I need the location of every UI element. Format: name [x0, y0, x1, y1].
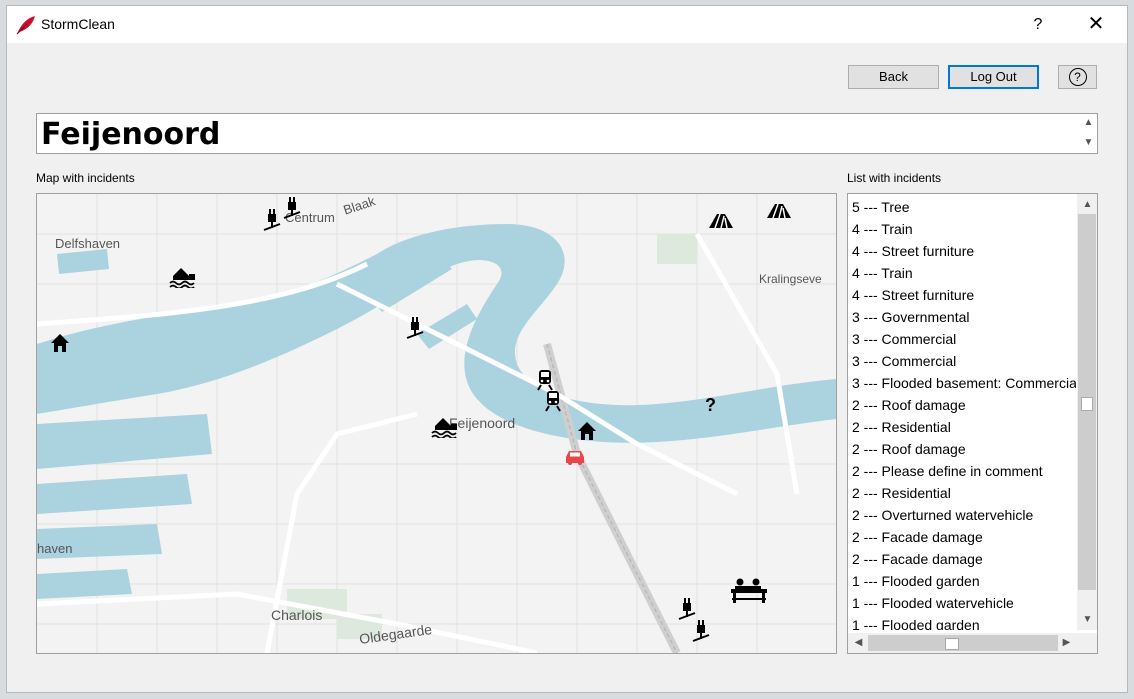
scroll-corner	[1077, 633, 1097, 653]
list-item[interactable]: 2 --- Roof damage	[848, 394, 1076, 416]
list-item[interactable]: 4 --- Train	[848, 218, 1076, 240]
list-item[interactable]: 2 --- Overturned watervehicle	[848, 504, 1076, 526]
map-label-delfshaven: Delfshaven	[55, 236, 121, 251]
list-item[interactable]: 2 --- Residential	[848, 482, 1076, 504]
logout-button[interactable]: Log Out	[948, 65, 1039, 89]
title-scrollbar[interactable]: ▲ ▼	[1080, 114, 1097, 153]
list-item[interactable]: 1 --- Flooded garden	[848, 570, 1076, 592]
list-item[interactable]: 2 --- Facade damage	[848, 526, 1076, 548]
help-circle-icon: ?	[1068, 68, 1087, 86]
scroll-left-icon[interactable]: ◀	[850, 637, 867, 648]
district-title-field[interactable]: Feijenoord ▲ ▼	[36, 113, 1098, 154]
list-item[interactable]: 4 --- Street furniture	[848, 240, 1076, 262]
house-icon[interactable]	[49, 332, 71, 354]
question-icon[interactable]: ?	[705, 395, 716, 416]
map-heading: Map with incidents	[36, 171, 135, 185]
list-item[interactable]: 1 --- Flooded watervehicle	[848, 592, 1076, 614]
power-plug-icon[interactable]	[678, 597, 696, 621]
hscroll-track[interactable]	[868, 635, 1058, 651]
list-item[interactable]: 3 --- Commercial	[848, 328, 1076, 350]
incident-list-items: 5 --- Tree 4 --- Train 4 --- Street furnit…	[848, 196, 1076, 630]
help-button[interactable]: ?	[1058, 65, 1097, 89]
train-icon[interactable]	[545, 390, 561, 412]
list-item[interactable]: 4 --- Train	[848, 262, 1076, 284]
train-icon[interactable]	[537, 369, 553, 391]
scroll-up-icon[interactable]: ▲	[1079, 199, 1096, 210]
incident-list-heading: List with incidents	[847, 171, 942, 185]
map-label-haven: haven	[37, 541, 73, 556]
list-item[interactable]: 3 --- Governmental	[848, 306, 1076, 328]
street-furniture-icon[interactable]	[729, 577, 769, 605]
window-title: StormClean	[41, 16, 115, 32]
leaf-logo-icon	[16, 16, 35, 35]
car-icon[interactable]	[564, 448, 586, 466]
list-item[interactable]: 2 --- Facade damage	[848, 548, 1076, 570]
list-item[interactable]: 3 --- Commercial	[848, 350, 1076, 372]
incident-map[interactable]: Delfshaven Centrum Blaak Kralingseve Fei…	[36, 193, 837, 654]
power-plug-icon[interactable]	[263, 208, 281, 232]
flooded-house-icon[interactable]	[169, 264, 199, 288]
list-item[interactable]: 3 --- Flooded basement: Commercial	[848, 372, 1076, 394]
list-item[interactable]: 4 --- Street furniture	[848, 284, 1076, 306]
list-item[interactable]: 5 --- Tree	[848, 196, 1076, 218]
district-name: Feijenoord	[41, 117, 221, 152]
flooded-house-icon[interactable]	[431, 414, 461, 438]
app-window: StormClean ? ✕ Back Log Out ? Feijenoord…	[6, 5, 1128, 693]
list-item[interactable]: 2 --- Residential	[848, 416, 1076, 438]
power-plug-icon[interactable]	[406, 316, 424, 340]
list-item[interactable]: 1 --- Flooded garden	[848, 614, 1076, 630]
scroll-up-icon[interactable]: ▲	[1080, 117, 1097, 128]
vscroll-thumb[interactable]	[1081, 397, 1093, 411]
list-item[interactable]: 2 --- Roof damage	[848, 438, 1076, 460]
window-close-button[interactable]: ✕	[1073, 6, 1119, 43]
power-plug-icon[interactable]	[283, 196, 301, 220]
map-label-charlois: Charlois	[271, 607, 323, 623]
back-button[interactable]: Back	[848, 65, 939, 89]
scroll-down-icon[interactable]: ▼	[1079, 614, 1096, 625]
incident-list-vscrollbar[interactable]: ▲ ▼	[1077, 194, 1097, 630]
map-label-kralingseveer: Kralingseve	[759, 272, 822, 286]
roof-damage-icon[interactable]	[708, 212, 734, 230]
power-plug-icon[interactable]	[692, 619, 710, 643]
house-icon[interactable]	[576, 420, 598, 442]
list-item[interactable]: 2 --- Please define in comment	[848, 460, 1076, 482]
title-bar: StormClean ? ✕	[7, 6, 1127, 43]
incident-list-hscrollbar[interactable]: ◀ ▶	[848, 633, 1077, 653]
incident-list[interactable]: 5 --- Tree 4 --- Train 4 --- Street furnit…	[847, 193, 1098, 654]
hscroll-thumb[interactable]	[945, 638, 959, 650]
window-help-button[interactable]: ?	[1015, 6, 1061, 43]
scroll-down-icon[interactable]: ▼	[1080, 137, 1097, 148]
roof-damage-icon[interactable]	[766, 202, 792, 220]
scroll-right-icon[interactable]: ▶	[1058, 637, 1075, 648]
